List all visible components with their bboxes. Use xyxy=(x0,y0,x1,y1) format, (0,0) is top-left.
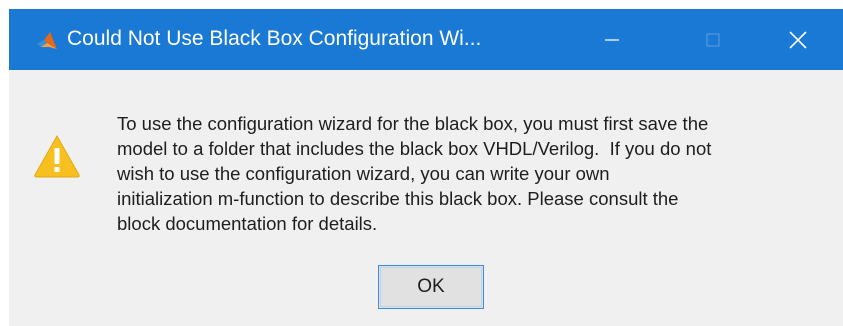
matlab-logo-icon xyxy=(37,32,57,49)
error-dialog-window: Could Not Use Black Box Configuration Wi… xyxy=(9,9,843,326)
ok-button[interactable]: OK xyxy=(378,265,484,309)
message-line: initialization m-function to describe th… xyxy=(117,188,679,209)
warning-icon xyxy=(34,134,80,178)
title-bar[interactable]: Could Not Use Black Box Configuration Wi… xyxy=(9,9,843,70)
message-line: block documentation for details. xyxy=(117,213,378,234)
minimize-button[interactable] xyxy=(580,9,644,70)
window-title: Could Not Use Black Box Configuration Wi… xyxy=(67,27,482,50)
maximize-icon xyxy=(706,32,720,47)
message-line: To use the configuration wizard for the … xyxy=(117,113,709,134)
close-icon xyxy=(789,30,807,49)
dialog-content: To use the configuration wizard for the … xyxy=(9,70,843,326)
message-line: wish to use the configuration wizard, yo… xyxy=(117,163,610,184)
maximize-button[interactable] xyxy=(681,9,745,70)
screen-background: Could Not Use Black Box Configuration Wi… xyxy=(0,0,843,326)
close-button[interactable] xyxy=(766,9,830,70)
dialog-message: To use the configuration wizard for the … xyxy=(117,111,833,236)
message-line: model to a folder that includes the blac… xyxy=(117,138,712,159)
minimize-icon xyxy=(605,38,619,41)
